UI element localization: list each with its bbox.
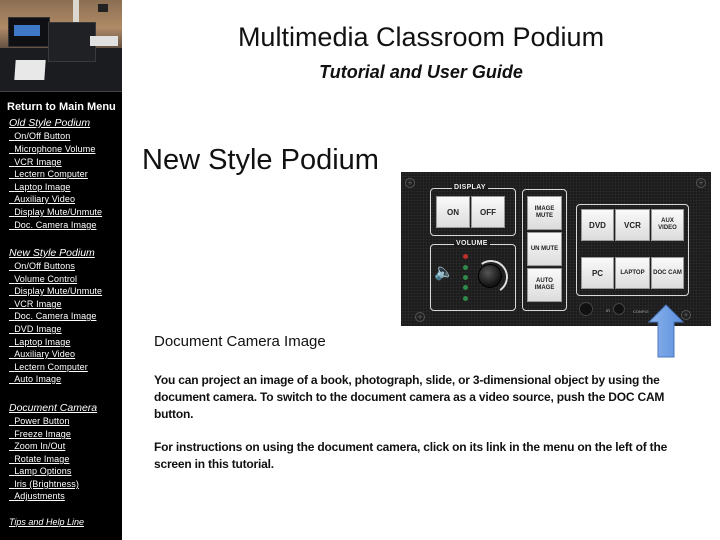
menu-item-doc-freeze-image[interactable]: Freeze Image — [9, 429, 71, 439]
config-port — [613, 303, 625, 315]
page-heading: New Style Podium — [142, 144, 379, 176]
menu-item-new-auxiliary-video[interactable]: Auxiliary Video — [9, 349, 75, 359]
pc-button: PC — [581, 257, 614, 289]
menu-item-doc-iris[interactable]: Iris (Brightness) — [9, 479, 79, 489]
menu-item-old-display-mute[interactable]: Display Mute/Unmute — [9, 207, 102, 217]
screw-icon: + — [415, 312, 425, 322]
menu-item-new-on-off[interactable]: On/Off Buttons — [9, 261, 75, 271]
menu-item-new-laptop-image[interactable]: Laptop Image — [9, 337, 70, 347]
led-green — [463, 296, 468, 301]
menu-item-new-lectern-computer[interactable]: Lectern Computer — [9, 362, 88, 372]
speaker-icon: 🔈 — [434, 264, 454, 281]
return-to-main-menu-link[interactable]: Return to Main Menu — [7, 101, 116, 113]
menu-item-new-dvd-image[interactable]: DVD Image — [9, 324, 62, 334]
section-document-camera[interactable]: Document Camera — [9, 402, 97, 414]
instructions-paragraph: For instructions on using the document c… — [154, 440, 668, 471]
menu-item-old-microphone-volume[interactable]: Microphone Volume — [9, 144, 95, 154]
menu-item-doc-power-button[interactable]: Power Button — [9, 416, 69, 426]
ir-label: IR — [606, 308, 610, 313]
laptop-button: LAPTOP — [615, 257, 650, 289]
menu-item-doc-rotate-image[interactable]: Rotate Image — [9, 454, 69, 464]
sidebar-menu: Return to Main Menu Old Style Podium On/… — [0, 0, 122, 540]
monitor-screen — [14, 25, 40, 36]
tips-and-help-line-link[interactable]: Tips and Help Line — [9, 517, 84, 527]
display-off-button: OFF — [471, 196, 505, 228]
menu-item-new-vcr-image[interactable]: VCR Image — [9, 299, 62, 309]
volume-label: VOLUME — [454, 240, 490, 247]
paper-shape — [14, 60, 46, 80]
site-subtitle: Tutorial and User Guide — [319, 62, 523, 82]
pointer-arrow-icon — [648, 304, 684, 358]
menu-item-doc-adjustments[interactable]: Adjustments — [9, 491, 65, 501]
menu-item-new-auto-image[interactable]: Auto Image — [9, 374, 61, 384]
menu-item-old-auxiliary-video[interactable]: Auxiliary Video — [9, 194, 75, 204]
description-paragraph: You can project an image of a book, phot… — [154, 373, 665, 421]
console-shape — [48, 22, 96, 62]
vcr-button: VCR — [615, 209, 650, 241]
display-on-button: ON — [436, 196, 470, 228]
auto-image-button: AUTO IMAGE — [527, 268, 562, 302]
volume-knob — [478, 264, 502, 288]
display-label: DISPLAY — [452, 184, 488, 191]
section-heading: Document Camera Image — [154, 333, 326, 350]
camera-head — [98, 4, 108, 12]
menu-item-new-doc-camera[interactable]: Doc. Camera Image — [9, 311, 96, 321]
menu-item-old-vcr-image[interactable]: VCR Image — [9, 157, 62, 167]
menu-item-old-on-off[interactable]: On/Off Button — [9, 131, 70, 141]
led-green — [463, 285, 468, 290]
led-green — [463, 265, 468, 270]
image-mute-button: IMAGE MUTE — [527, 196, 562, 230]
menu-item-new-volume-control[interactable]: Volume Control — [9, 274, 77, 284]
podium-photo — [0, 0, 122, 92]
config-label: CONFIG — [633, 309, 649, 314]
aux-video-button: AUX VIDEO — [651, 209, 684, 241]
menu-item-doc-lamp-options[interactable]: Lamp Options — [9, 466, 71, 476]
menu-item-old-laptop-image[interactable]: Laptop Image — [9, 182, 70, 192]
menu-item-new-display-mute[interactable]: Display Mute/Unmute — [9, 286, 102, 296]
menu-item-old-doc-camera[interactable]: Doc. Camera Image — [9, 220, 96, 230]
led-green — [463, 275, 468, 280]
screw-icon: + — [405, 178, 415, 188]
dvd-button: DVD — [581, 209, 614, 241]
paper-shape — [90, 36, 118, 46]
site-title: Multimedia Classroom Podium — [237, 22, 605, 52]
section-old-style-podium[interactable]: Old Style Podium — [9, 117, 90, 129]
unmute-button: UN MUTE — [527, 232, 562, 266]
ir-receiver — [579, 302, 593, 316]
menu-item-old-lectern-computer[interactable]: Lectern Computer — [9, 169, 88, 179]
doc-cam-button: DOC CAM — [651, 257, 684, 289]
podium-control-panel-image: + + + + DISPLAY ON OFF VOLUME 🔈 IMAGE MU… — [401, 172, 711, 326]
section-new-style-podium[interactable]: New Style Podium — [9, 247, 95, 259]
led-red — [463, 254, 468, 259]
photo-border — [0, 91, 122, 92]
screw-icon: + — [696, 178, 706, 188]
menu-item-doc-zoom[interactable]: Zoom In/Out — [9, 441, 65, 451]
